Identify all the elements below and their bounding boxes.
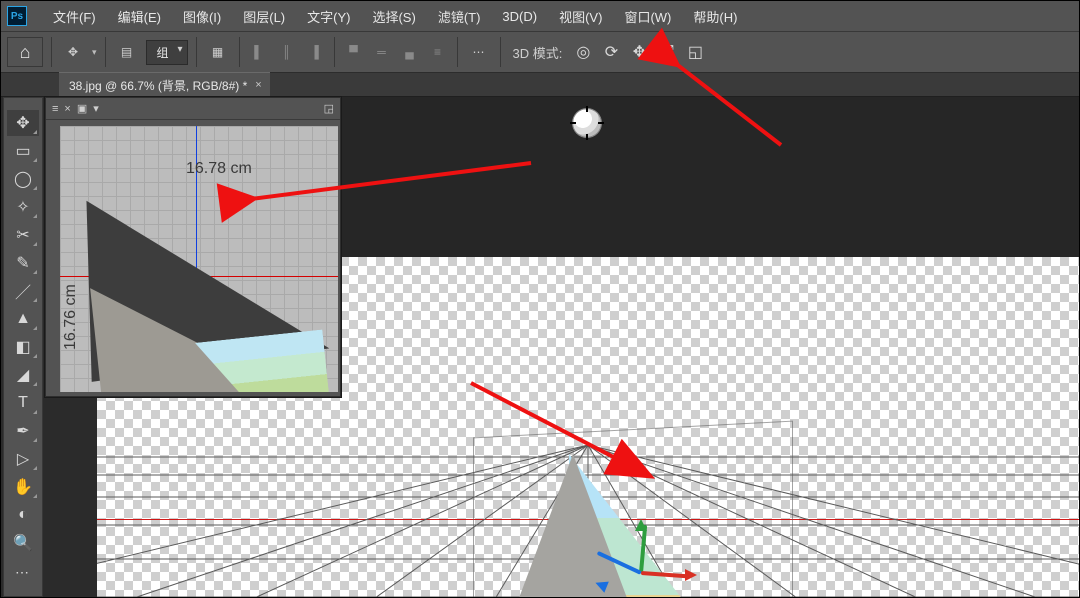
stamp-tool[interactable]: ▲	[7, 306, 39, 332]
menu-view[interactable]: 视图(V)	[549, 3, 612, 30]
secondary-3d-viewport[interactable]: 16.78 cm 16.76 cm	[60, 126, 338, 392]
align-top-icon[interactable]: ▀	[343, 41, 365, 63]
separator	[334, 37, 335, 67]
move-tool[interactable]: ✥	[7, 110, 39, 136]
quick-select-tool[interactable]: ✧	[7, 194, 39, 220]
scale-3d-icon[interactable]: ◱	[684, 41, 706, 63]
panel-header[interactable]: ≡ × ▣ ▾ ◲	[46, 98, 340, 120]
gradient-tool[interactable]: ◢	[7, 362, 39, 388]
menu-layer[interactable]: 图层(L)	[233, 3, 295, 30]
pan-3d-icon[interactable]: ✥	[628, 41, 650, 63]
menu-help[interactable]: 帮助(H)	[683, 3, 747, 30]
menu-image[interactable]: 图像(I)	[173, 3, 231, 30]
pen-tool[interactable]: ✒	[7, 418, 39, 444]
lasso-tool[interactable]: ◯	[7, 166, 39, 192]
close-tab-icon[interactable]: ×	[255, 79, 261, 91]
menu-edit[interactable]: 编辑(E)	[108, 3, 171, 30]
align-left-icon[interactable]: ▌	[248, 41, 270, 63]
separator	[500, 37, 501, 67]
panel-menu-icon[interactable]: ≡	[52, 103, 58, 115]
3d-light-widget[interactable]	[573, 109, 601, 137]
options-bar: ⌂ ✥ ▾ ▤ 组 ▦ ▌ ║ ▐ ▀ ═ ▄ ≡ ⋯ 3D 模式: ◎ ⟳ ✥…	[1, 31, 1079, 73]
align-hcenter-icon[interactable]: ║	[276, 41, 298, 63]
align-vcenter-icon[interactable]: ═	[371, 41, 393, 63]
auto-select-layers-icon[interactable]: ▤	[114, 39, 140, 65]
app-logo: Ps	[7, 6, 27, 26]
slide-3d-icon[interactable]: ⤢	[656, 41, 678, 63]
eyedropper-tool[interactable]: ✎	[7, 250, 39, 276]
document-tab[interactable]: 38.jpg @ 66.7% (背景, RGB/8#) * ×	[59, 72, 270, 98]
separator	[239, 37, 240, 67]
separator	[105, 37, 106, 67]
auto-select-mode-dropdown[interactable]: 组	[146, 40, 188, 65]
menu-file[interactable]: 文件(F)	[43, 3, 106, 30]
orbit-3d-icon[interactable]: ◎	[572, 41, 594, 63]
document-tab-title: 38.jpg @ 66.7% (背景, RGB/8#) *	[69, 77, 247, 94]
foreground-color[interactable]: ◐	[7, 502, 39, 528]
distribute-icon[interactable]: ≡	[427, 41, 449, 63]
gizmo-x-axis[interactable]	[641, 571, 689, 578]
menu-select[interactable]: 选择(S)	[362, 3, 425, 30]
panel-close-icon[interactable]: ×	[64, 103, 70, 115]
document-tab-row: 38.jpg @ 66.7% (背景, RGB/8#) * ×	[1, 73, 1079, 97]
gizmo-x-arrowhead-icon	[685, 569, 697, 581]
gizmo-y-arrowhead-icon	[635, 519, 647, 531]
move-tool-indicator-icon[interactable]: ✥	[60, 39, 86, 65]
align-right-icon[interactable]: ▐	[304, 41, 326, 63]
3d-transform-gizmo[interactable]	[597, 527, 687, 597]
marquee-tool[interactable]: ▭	[7, 138, 39, 164]
transform-controls-icon[interactable]: ▦	[205, 39, 231, 65]
chevron-down-icon: ▾	[92, 47, 97, 58]
separator	[51, 37, 52, 67]
rotate-3d-icon[interactable]: ⟳	[600, 41, 622, 63]
3d-height-readout: 16.76 cm	[62, 284, 80, 350]
workspace: ✥ ▭ ◯ ✧ ✂ ✎ ／ ▲ ◧ ◢ T ✒ ▷ ✋ ◐ 🔍 ⋯	[1, 97, 1079, 597]
mode3d-label: 3D 模式:	[513, 43, 563, 62]
gizmo-z-axis[interactable]	[597, 551, 642, 575]
brush-tool[interactable]: ／	[7, 278, 39, 304]
panel-expand-icon[interactable]: ◲	[324, 102, 334, 115]
eraser-tool[interactable]: ◧	[7, 334, 39, 360]
menu-bar: Ps 文件(F) 编辑(E) 图像(I) 图层(L) 文字(Y) 选择(S) 滤…	[1, 1, 1079, 31]
crop-tool[interactable]: ✂	[7, 222, 39, 248]
panel-view-dropdown-icon[interactable]: ▣	[77, 102, 87, 115]
menu-type[interactable]: 文字(Y)	[297, 3, 360, 30]
menu-window[interactable]: 窗口(W)	[614, 3, 681, 30]
menu-3d[interactable]: 3D(D)	[492, 5, 547, 28]
chevron-down-icon[interactable]: ▾	[93, 102, 99, 115]
home-button[interactable]: ⌂	[7, 37, 43, 67]
edit-toolbar-icon[interactable]: ⋯	[15, 564, 31, 581]
zoom-tool[interactable]: 🔍	[7, 530, 39, 556]
type-tool[interactable]: T	[7, 390, 39, 416]
path-select-tool[interactable]: ▷	[7, 446, 39, 472]
gizmo-y-axis[interactable]	[639, 525, 647, 573]
menu-filter[interactable]: 滤镜(T)	[428, 3, 491, 30]
align-bottom-icon[interactable]: ▄	[399, 41, 421, 63]
more-options-icon[interactable]: ⋯	[466, 39, 492, 65]
3d-width-readout: 16.78 cm	[186, 160, 252, 178]
hand-tool[interactable]: ✋	[7, 474, 39, 500]
separator	[196, 37, 197, 67]
home-icon: ⌂	[20, 42, 31, 63]
secondary-3d-view-panel[interactable]: ≡ × ▣ ▾ ◲ 16.78 cm 16.76 cm	[45, 97, 341, 397]
separator	[457, 37, 458, 67]
tools-panel: ✥ ▭ ◯ ✧ ✂ ✎ ／ ▲ ◧ ◢ T ✒ ▷ ✋ ◐ 🔍 ⋯	[3, 97, 43, 597]
